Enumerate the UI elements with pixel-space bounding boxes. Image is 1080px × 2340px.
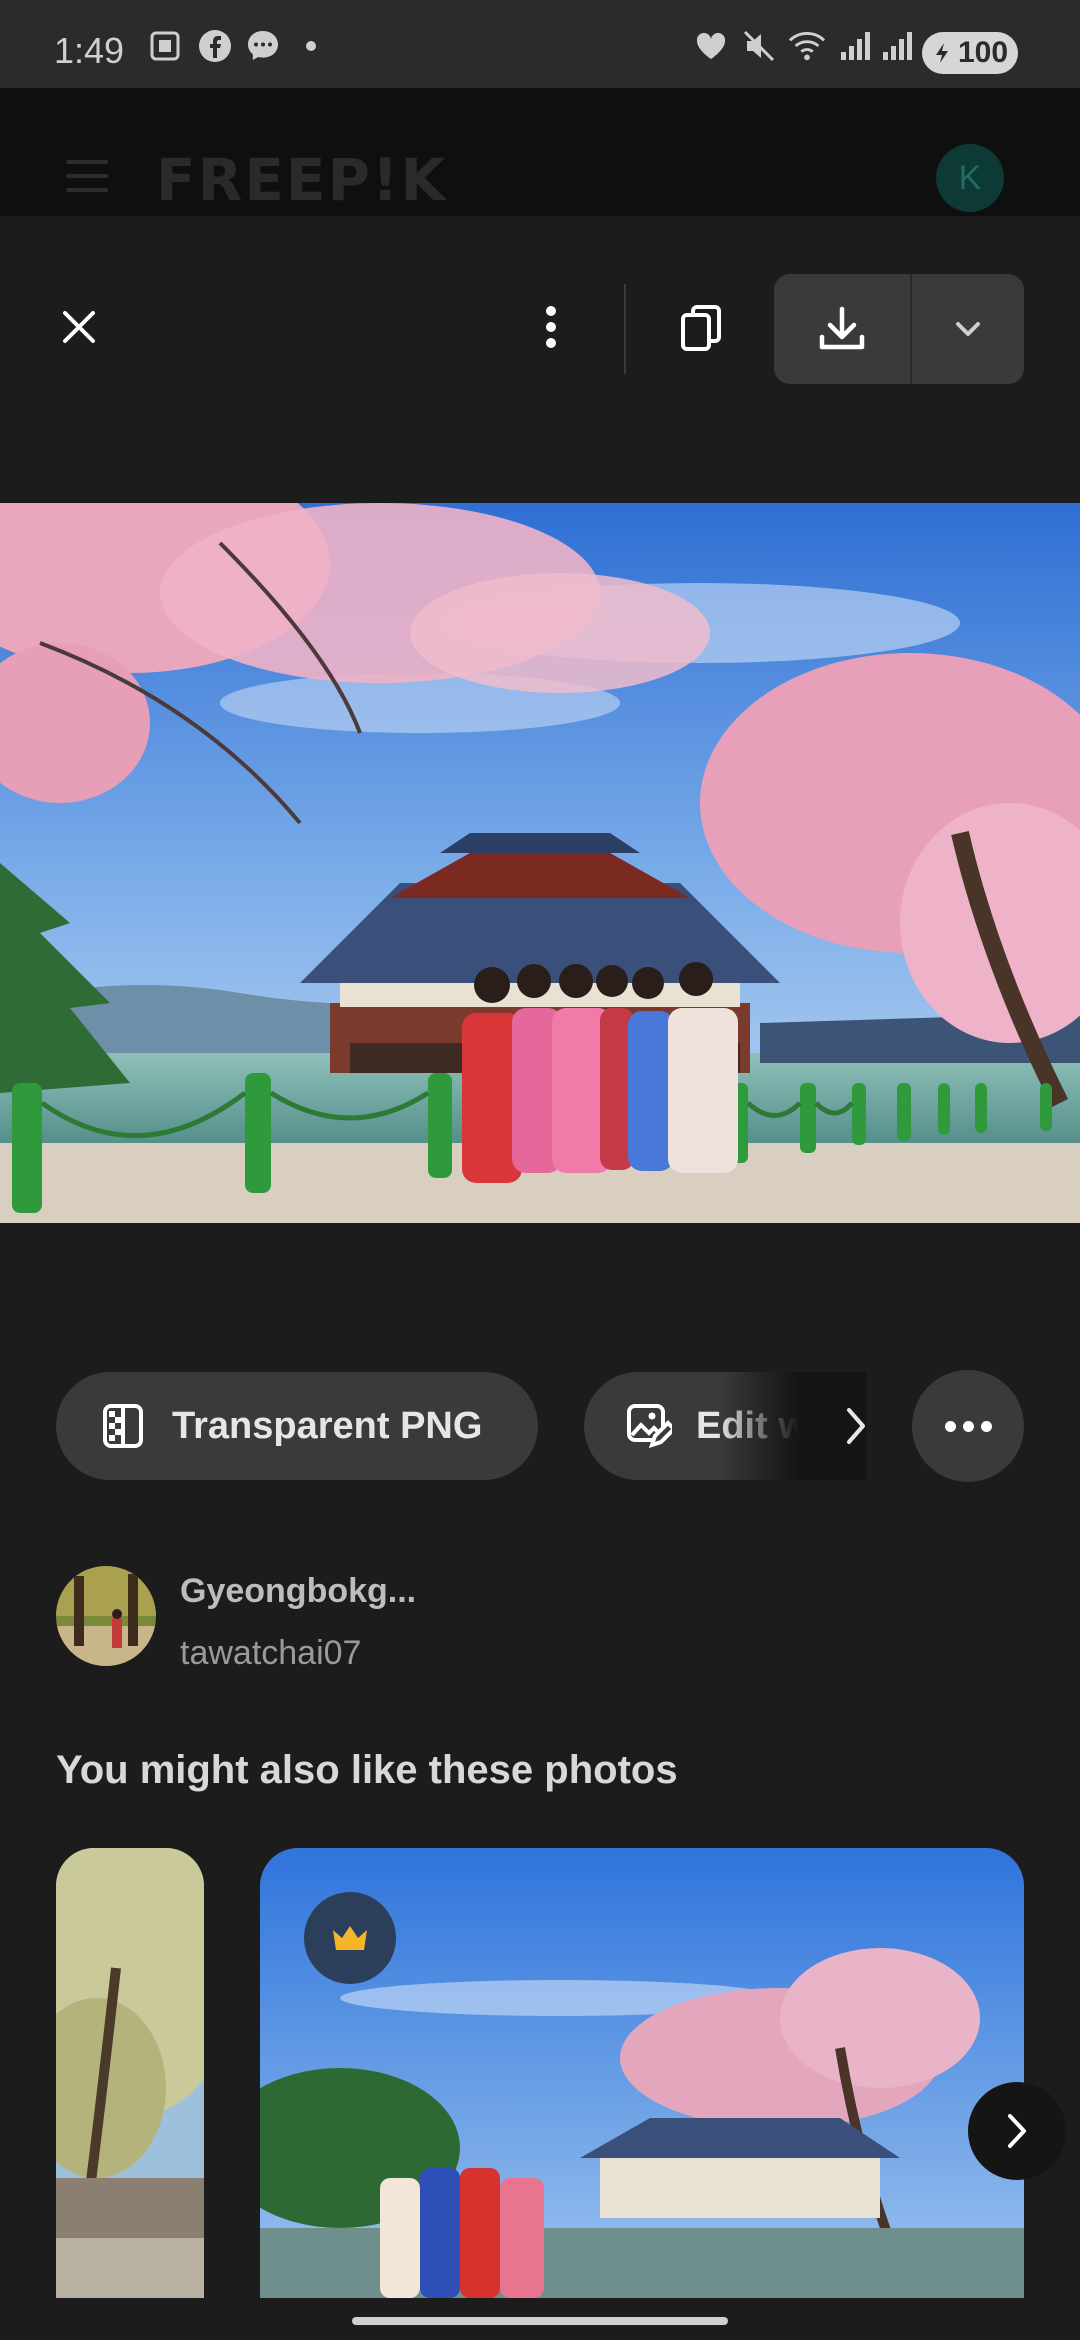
toolbar-divider (624, 284, 626, 374)
home-indicator[interactable] (352, 2317, 728, 2325)
freepik-logo[interactable]: FREEP!K (156, 146, 447, 214)
wifi-icon (788, 28, 826, 64)
chevron-right-icon (847, 1408, 865, 1444)
photo-title-link[interactable]: Gyeongbokg... (180, 1572, 416, 1611)
chevron-right-icon (1008, 2114, 1026, 2148)
heart-icon (692, 28, 730, 64)
battery-indicator: 100 (922, 32, 1018, 74)
user-avatar[interactable]: K (936, 144, 1004, 212)
close-icon (63, 311, 95, 343)
more-actions-button[interactable] (912, 1370, 1024, 1482)
more-vertical-icon (546, 306, 556, 348)
messenger-icon (244, 28, 282, 64)
close-button[interactable] (48, 296, 110, 358)
battery-icon (935, 43, 948, 63)
related-photo[interactable] (56, 1848, 204, 2298)
main-photo[interactable] (0, 503, 1080, 1223)
download-button[interactable] (774, 274, 910, 384)
download-options-button[interactable] (912, 274, 1024, 384)
transparent-png-button[interactable]: Transparent PNG (56, 1372, 538, 1480)
download-icon (819, 306, 865, 350)
copy-button[interactable] (672, 294, 730, 362)
battery-level: 100 (957, 36, 1009, 69)
screenshot-icon (146, 28, 184, 64)
signal-icon (836, 28, 874, 64)
mute-icon (740, 28, 778, 64)
premium-badge (304, 1892, 396, 1984)
chips-scroll-right-button[interactable] (836, 1398, 876, 1454)
carousel-next-button[interactable] (968, 2082, 1066, 2180)
related-section-title: You might also like these photos (56, 1748, 678, 1792)
transparent-png-label: Transparent PNG (172, 1404, 483, 1447)
copy-icon (681, 305, 721, 351)
menu-icon[interactable] (66, 160, 108, 192)
transparent-png-icon (103, 1404, 143, 1448)
author-avatar[interactable] (56, 1566, 156, 1666)
dot-icon (292, 28, 330, 64)
author-username[interactable]: tawatchai07 (180, 1634, 361, 1673)
crown-icon (333, 1926, 367, 1950)
chevron-down-icon (956, 322, 980, 336)
download-group (774, 274, 1024, 384)
edit-image-icon (627, 1404, 672, 1449)
more-options-button[interactable] (526, 296, 576, 358)
status-time: 1:49 (54, 30, 125, 71)
more-horizontal-icon (944, 1420, 992, 1432)
facebook-icon (196, 28, 234, 64)
signal-icon (878, 28, 916, 64)
